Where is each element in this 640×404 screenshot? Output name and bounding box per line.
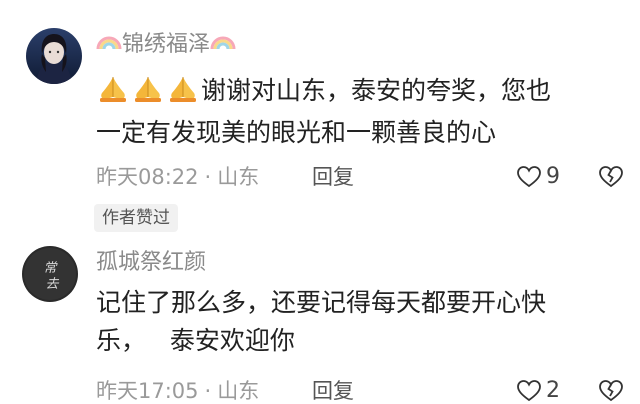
like-count: 9 xyxy=(546,164,560,189)
comment-text-line2: 一定有发现美的眼光和一颗善良的心 xyxy=(96,118,497,147)
heart-icon[interactable] xyxy=(516,165,542,193)
praying-hands-icon xyxy=(131,75,165,114)
username-text: 锦绣福泽 xyxy=(122,32,211,57)
svg-text:常: 常 xyxy=(43,261,58,276)
rainbow-icon xyxy=(96,30,122,60)
avatar[interactable] xyxy=(26,28,82,84)
meta-separator: · xyxy=(204,379,212,403)
rainbow-icon xyxy=(210,30,236,60)
comments-page: 锦绣福泽 谢谢对山东，泰安的夸奖，您也 一定有发现美的眼光和一颗善良的心 昨天0… xyxy=(0,0,640,404)
reply-button[interactable]: 回复 xyxy=(312,376,354,404)
comment-location: 山东 xyxy=(217,379,260,403)
svg-text:去: 去 xyxy=(45,277,59,292)
comment-text: 记住了那么多，还要记得每天都要开心快 乐， 泰安欢迎你 xyxy=(96,284,546,360)
heart-icon[interactable] xyxy=(516,379,542,404)
broken-heart-icon[interactable] xyxy=(598,165,624,193)
comment-time: 昨天08:22 xyxy=(96,165,199,189)
like-count: 2 xyxy=(546,378,560,403)
comment-time: 昨天17:05 xyxy=(96,379,199,403)
comment-text-line2: 乐， 泰安欢迎你 xyxy=(96,326,295,355)
broken-heart-icon[interactable] xyxy=(598,379,624,404)
comment-text-line1: 谢谢对山东，泰安的夸奖，您也 xyxy=(201,76,552,105)
comment-meta: 昨天17:05 · 山东 xyxy=(96,376,259,404)
praying-hands-icon xyxy=(96,75,130,114)
comment-text-line1: 记住了那么多，还要记得每天都要开心快 xyxy=(96,288,547,317)
comment-location: 山东 xyxy=(217,165,260,189)
meta-separator: · xyxy=(204,165,212,189)
author-liked-badge: 作者赞过 xyxy=(94,204,178,232)
comment-line: 谢谢对山东，泰安的夸奖，您也 xyxy=(96,72,551,114)
avatar[interactable]: 常 去 xyxy=(22,246,78,302)
comment-text: 谢谢对山东，泰安的夸奖，您也 一定有发现美的眼光和一颗善良的心 xyxy=(96,72,551,152)
comment-meta: 昨天08:22 · 山东 xyxy=(96,162,259,192)
praying-hands-icon xyxy=(166,75,200,114)
reply-button[interactable]: 回复 xyxy=(312,162,354,192)
username[interactable]: 锦绣福泽 xyxy=(96,30,236,60)
username[interactable]: 孤城祭红颜 xyxy=(96,248,206,278)
